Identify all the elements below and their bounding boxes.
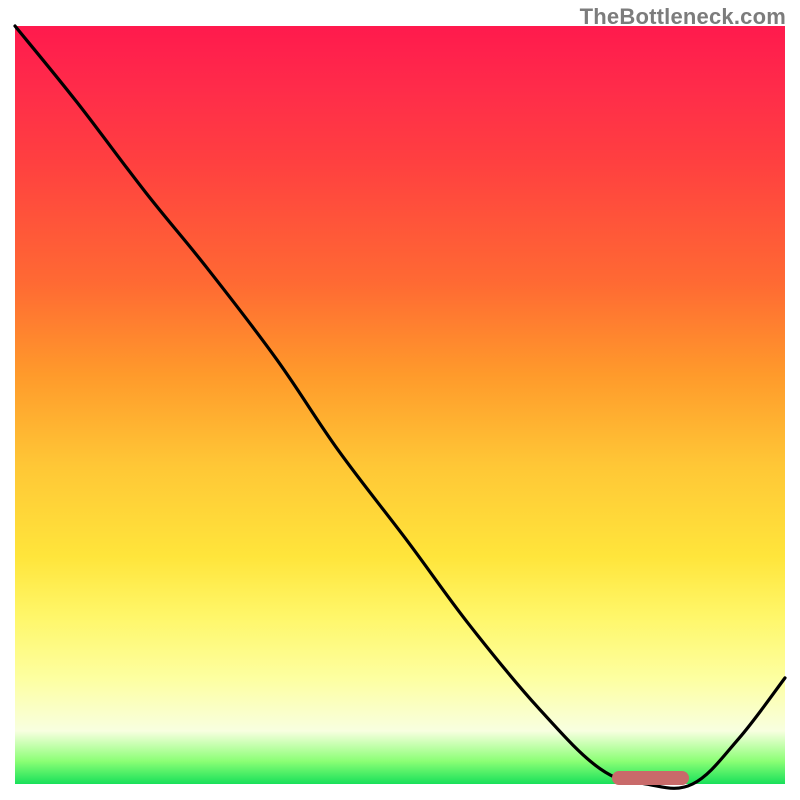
watermark-text: TheBottleneck.com — [580, 4, 786, 30]
bottleneck-curve — [15, 26, 785, 784]
optimal-interval-marker — [612, 771, 689, 785]
plot-area — [15, 26, 785, 784]
